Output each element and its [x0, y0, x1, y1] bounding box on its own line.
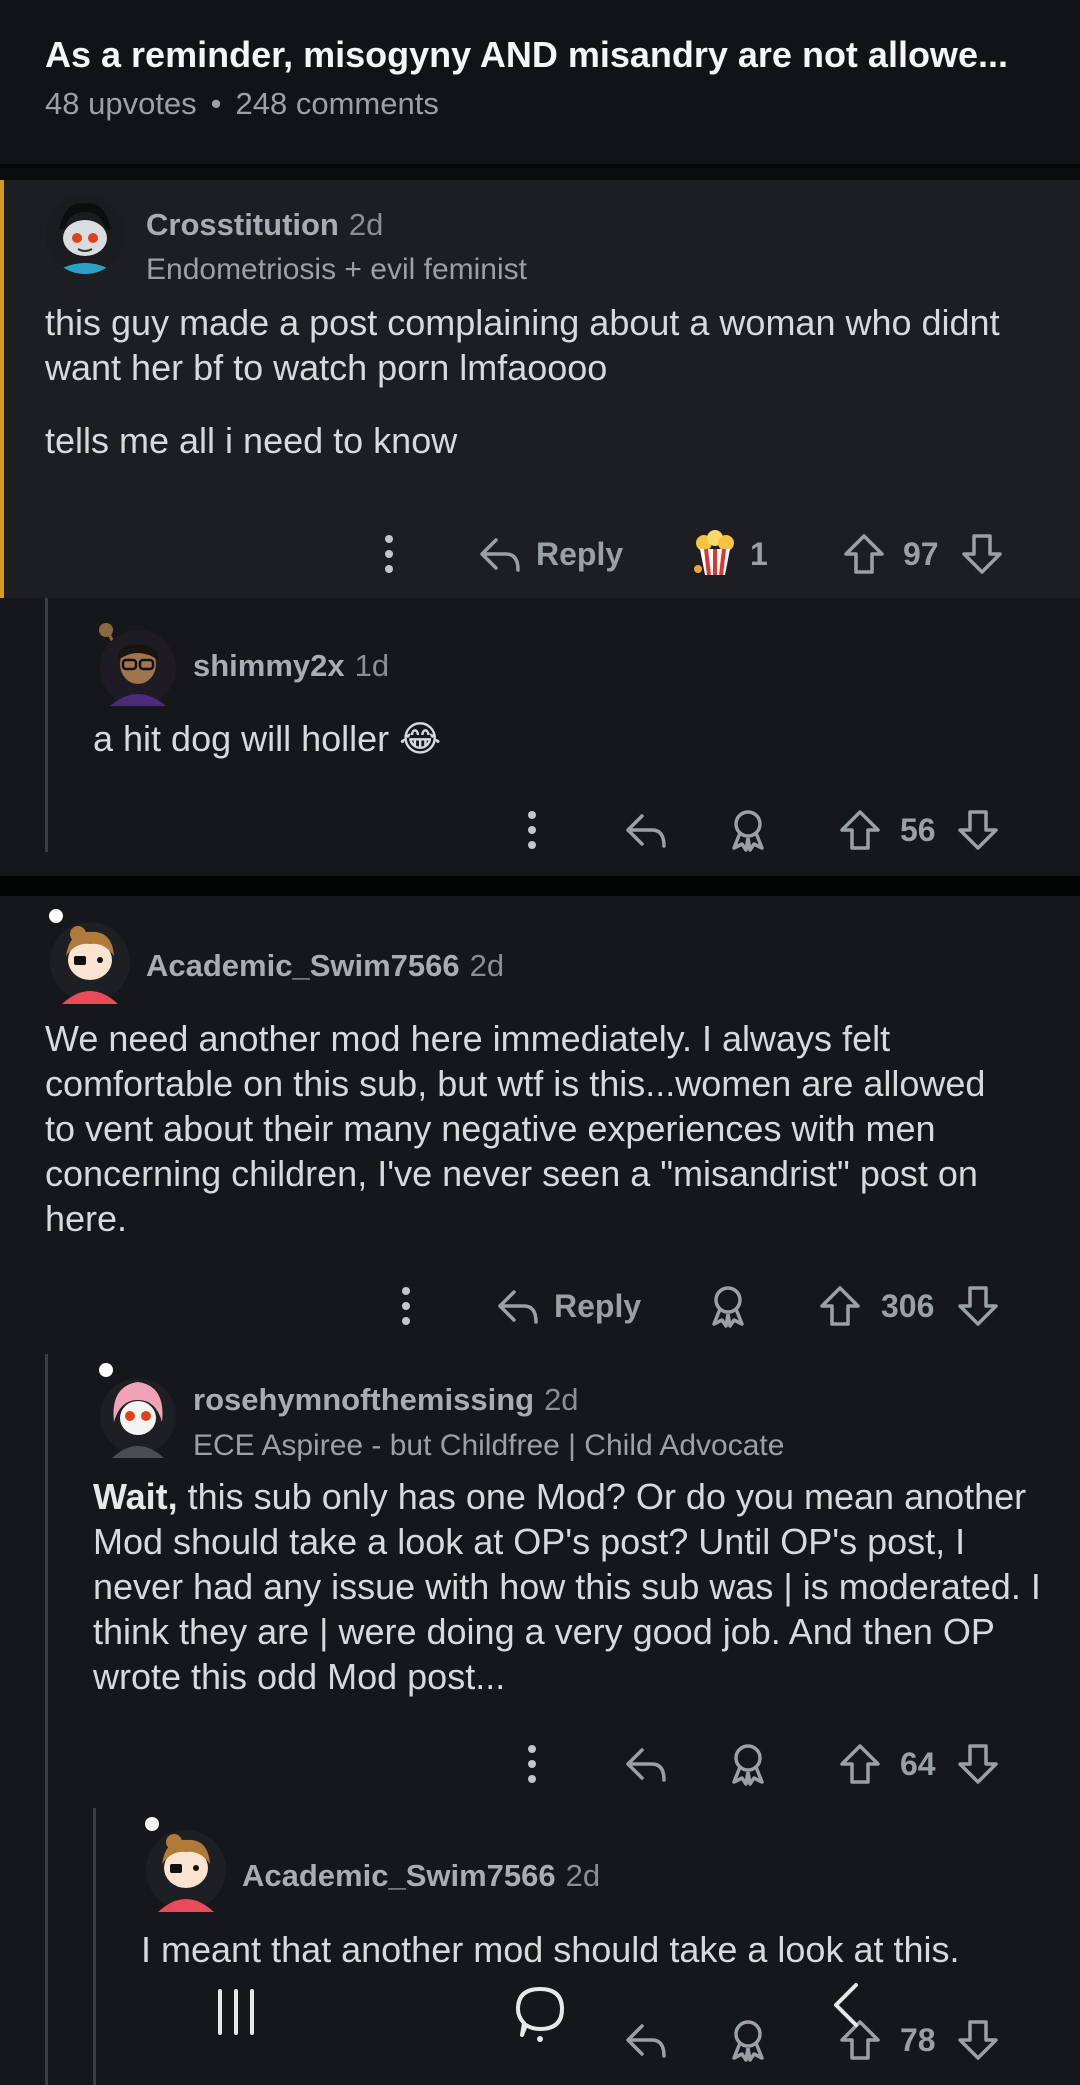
upvote-button[interactable]	[838, 1736, 882, 1792]
comment-paragraph: this guy made a post complaining about a…	[45, 302, 1010, 388]
avatar[interactable]	[96, 622, 176, 706]
upvote-button[interactable]	[818, 1278, 862, 1334]
reply-label: Reply	[536, 535, 624, 572]
username-text: Academic_Swim7566	[146, 948, 460, 983]
bold-text: Wait,	[93, 1476, 178, 1517]
username[interactable]: rosehymnofthemissing 2d	[193, 1382, 579, 1418]
meta-separator: •	[210, 86, 222, 121]
thread-line	[45, 1354, 48, 1814]
username[interactable]: Academic_Swim7566 2d	[146, 948, 504, 984]
avatar[interactable]	[48, 908, 130, 1004]
award-button[interactable]	[726, 802, 770, 858]
downvote-arrow-icon	[962, 534, 1002, 574]
post-header: As a reminder, misogyny AND misandry are…	[0, 0, 1080, 168]
upvote-count: 48 upvotes	[45, 86, 197, 121]
award-button[interactable]	[726, 1736, 770, 1792]
username[interactable]: Crosstitution 2d	[146, 207, 383, 243]
downvote-arrow-icon	[958, 1286, 998, 1326]
comment-body: a hit dog will holler 😂	[93, 718, 442, 759]
award-icon	[732, 810, 764, 852]
downvote-button[interactable]	[956, 1736, 1000, 1792]
post-title[interactable]: As a reminder, misogyny AND misandry are…	[45, 34, 1035, 76]
comment-paragraph: tells me all i need to know	[45, 420, 458, 461]
vote-count: 64	[900, 1745, 936, 1782]
comment-rosehymn: rosehymnofthemissing 2d ECE Aspiree - but…	[0, 1330, 1080, 1814]
upvote-arrow-icon	[840, 810, 880, 850]
upvote-arrow-icon	[840, 1744, 880, 1784]
back-icon	[834, 1983, 858, 2027]
username[interactable]: Academic_Swim7566 2d	[242, 1858, 600, 1894]
award-button[interactable]	[706, 1278, 750, 1334]
comment-text: this sub only has one Mod? Or do you mea…	[93, 1476, 1051, 1697]
upvote-arrow-icon	[820, 1286, 860, 1326]
comment-age: 2d	[544, 1382, 579, 1417]
downvote-arrow-icon	[958, 1744, 998, 1784]
username-text: Academic_Swim7566	[242, 1858, 556, 1893]
home-icon	[516, 1987, 564, 2042]
upvote-button[interactable]	[838, 802, 882, 858]
more-options-button[interactable]	[369, 526, 409, 582]
downvote-button[interactable]	[956, 1278, 1000, 1334]
username-text: rosehymnofthemissing	[193, 1382, 535, 1417]
vote-count: 56	[900, 811, 936, 848]
reply-button[interactable]: Reply	[478, 526, 623, 582]
comment-paragraph: Wait, this sub only has one Mod? Or do y…	[93, 1474, 1053, 1699]
back-button[interactable]	[826, 1979, 876, 2029]
more-options-button[interactable]	[386, 1278, 426, 1334]
reply-button[interactable]	[624, 802, 668, 858]
more-vertical-icon	[385, 535, 393, 573]
comment-age: 2d	[565, 1858, 601, 1893]
comment-age: 1d	[354, 648, 390, 683]
downvote-arrow-icon	[958, 810, 998, 850]
reply-arrow-icon	[626, 814, 666, 848]
reply-button[interactable]	[624, 1736, 668, 1792]
comment-count: 248 comments	[235, 86, 439, 121]
award-icon	[732, 1744, 764, 1786]
upvote-button[interactable]	[842, 526, 886, 582]
upvote-arrow-icon	[844, 534, 884, 574]
comment-age: 2d	[469, 948, 505, 983]
more-options-button[interactable]	[512, 802, 552, 858]
award-icon	[712, 1286, 744, 1328]
avatar[interactable]	[96, 1362, 176, 1458]
popcorn-award-icon	[694, 530, 734, 576]
award-count: 1	[750, 535, 768, 572]
more-options-button[interactable]	[512, 1736, 552, 1792]
reply-button[interactable]: Reply	[496, 1278, 641, 1334]
recent-apps-icon	[218, 1989, 254, 2035]
username[interactable]: shimmy2x 1d	[193, 648, 389, 684]
downvote-button[interactable]	[956, 802, 1000, 858]
system-navigation-bar	[0, 1983, 1080, 2085]
thread-separator	[0, 876, 1080, 896]
comment-body: I meant that another mod should take a l…	[141, 1929, 960, 1970]
user-flair: ECE Aspiree - but Childfree | Child Advo…	[193, 1429, 785, 1462]
reply-label: Reply	[554, 1287, 642, 1324]
user-flair: Endometriosis + evil feminist	[146, 253, 527, 286]
comment-age: 2d	[348, 207, 384, 242]
more-vertical-icon	[528, 811, 536, 849]
comment-academic-swim: Academic_Swim7566 2d We need another mod …	[0, 896, 1080, 1330]
reply-arrow-icon	[626, 1748, 666, 1782]
avatar[interactable]	[45, 194, 125, 274]
username-text: Crosstitution	[146, 207, 339, 242]
recent-apps-button[interactable]	[206, 1983, 266, 2043]
vote-count: 97	[903, 535, 939, 572]
vote-count: 306	[881, 1287, 935, 1324]
reply-arrow-icon	[498, 1290, 538, 1324]
reply-arrow-icon	[480, 538, 520, 572]
downvote-button[interactable]	[960, 526, 1004, 582]
username-text: shimmy2x	[193, 648, 345, 683]
comment-body: Wait, this sub only has one Mod? Or do y…	[93, 1474, 1053, 1699]
more-vertical-icon	[402, 1287, 410, 1325]
comment-body: We need another mod here immediately. I …	[45, 1018, 986, 1239]
thread-line	[45, 598, 48, 852]
comment-crosstitution: Crosstitution 2d Endometriosis + evil fem…	[0, 180, 1080, 598]
avatar[interactable]	[144, 1816, 226, 1912]
more-vertical-icon	[528, 1745, 536, 1783]
award-button[interactable]: 1	[690, 526, 768, 582]
comment-body: this guy made a post complaining about a…	[45, 300, 1025, 463]
comment-shimmy2x: shimmy2x 1d a hit dog will holler 😂 56	[0, 598, 1080, 876]
home-button[interactable]	[510, 1979, 570, 2049]
post-meta: 48 upvotes • 248 comments	[45, 86, 439, 122]
